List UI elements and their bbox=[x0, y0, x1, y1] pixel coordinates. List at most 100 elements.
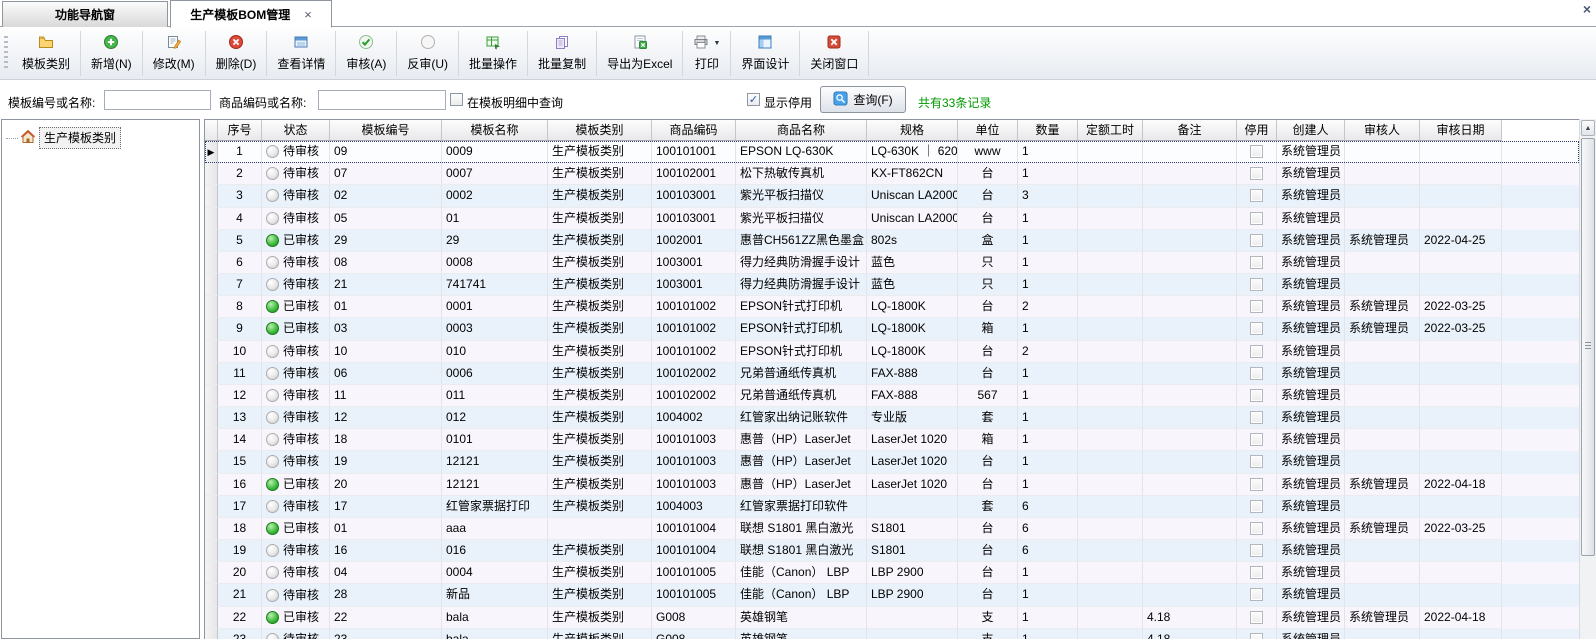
disable-checkbox[interactable] bbox=[1250, 145, 1263, 158]
scrollbar-thumb[interactable] bbox=[1581, 138, 1595, 556]
grid-header-status[interactable]: 状态 bbox=[262, 120, 330, 141]
toolbar-button-excel[interactable]: 导出为Excel bbox=[597, 28, 682, 79]
grid-header-spec[interactable]: 规格 bbox=[867, 120, 958, 141]
table-row[interactable]: 14待审核180101生产模板类别100101003惠普（HP）LaserJet… bbox=[205, 429, 1579, 451]
grid-header-seq[interactable]: 序号 bbox=[218, 120, 262, 141]
disable-checkbox[interactable] bbox=[1250, 300, 1263, 313]
table-row[interactable]: 13待审核12012生产模板类别1004002红管家出纳记账软件专业版套1系统管… bbox=[205, 407, 1579, 429]
product-filter-input[interactable] bbox=[318, 90, 446, 110]
disable-checkbox[interactable] bbox=[1250, 633, 1263, 639]
toolbar-button-approve[interactable]: 审核(A) bbox=[336, 28, 396, 79]
table-row[interactable]: ▶1待审核090009生产模板类别100101001EPSON LQ-630KL… bbox=[205, 141, 1579, 163]
tree-node-root[interactable]: 生产模板类别 bbox=[6, 127, 121, 149]
scroll-up-button[interactable]: ▲ bbox=[1581, 120, 1595, 136]
disable-checkbox[interactable] bbox=[1250, 189, 1263, 202]
table-row[interactable]: 8已审核010001生产模板类别100101002EPSON针式打印机LQ-18… bbox=[205, 296, 1579, 318]
grid-header-disabled[interactable]: 停用 bbox=[1237, 120, 1277, 141]
grid-header-audit_date[interactable]: 审核日期 bbox=[1420, 120, 1502, 141]
disable-checkbox[interactable] bbox=[1250, 212, 1263, 225]
tab-close-icon[interactable]: × bbox=[304, 7, 312, 22]
table-row[interactable]: 17待审核17红管家票据打印生产模板类别1004003红管家票据打印软件套6系统… bbox=[205, 496, 1579, 518]
toolbar-button-unapprove[interactable]: 反审(U) bbox=[397, 28, 458, 79]
grid-header-product_code[interactable]: 商品编码 bbox=[652, 120, 736, 141]
disable-checkbox[interactable] bbox=[1250, 588, 1263, 601]
table-row[interactable]: 4待审核0501生产模板类别100103001紫光平板扫描仪Uniscan LA… bbox=[205, 208, 1579, 230]
table-row[interactable]: 11待审核060006生产模板类别100102002兄弟普通纸传真机FAX-88… bbox=[205, 363, 1579, 385]
grid-header-remark[interactable]: 备注 bbox=[1143, 120, 1237, 141]
tab-bom-management[interactable]: 生产模板BOM管理 × bbox=[170, 0, 332, 28]
grid-header-code[interactable]: 模板编号 bbox=[330, 120, 442, 141]
cell-audit_date bbox=[1420, 141, 1502, 163]
cell-code: 23 bbox=[330, 629, 442, 639]
toolbar-button-ui-design[interactable]: 界面设计 bbox=[731, 28, 799, 79]
window-close-icon[interactable]: × bbox=[1583, 1, 1591, 17]
disable-checkbox[interactable] bbox=[1250, 522, 1263, 535]
cell-product_code: 100101003 bbox=[652, 429, 736, 451]
table-row[interactable]: 23待审核23bala生产模板类别G008英雄钢笔支14.18系统管理员 bbox=[205, 629, 1579, 639]
table-row[interactable]: 15待审核1912121生产模板类别100101003惠普（HP）LaserJe… bbox=[205, 451, 1579, 473]
toolbar-button-batch-copy[interactable]: 批量复制 bbox=[528, 28, 596, 79]
disable-checkbox[interactable] bbox=[1250, 411, 1263, 424]
disable-checkbox[interactable] bbox=[1250, 478, 1263, 491]
table-row[interactable]: 18已审核01aaa100101004联想 S1801 黑白激光S1801台6系… bbox=[205, 518, 1579, 540]
disable-checkbox[interactable] bbox=[1250, 345, 1263, 358]
vertical-scrollbar[interactable]: ▲ bbox=[1579, 119, 1596, 639]
toolbar-button-add[interactable]: 新增(N) bbox=[81, 28, 142, 79]
grid-header-category[interactable]: 模板类别 bbox=[548, 120, 652, 141]
query-button[interactable]: 查询(F) bbox=[820, 86, 906, 113]
grid-header-creator[interactable]: 创建人 bbox=[1277, 120, 1345, 141]
grid-header-name[interactable]: 模板名称 bbox=[442, 120, 548, 141]
table-row[interactable]: 2待审核070007生产模板类别100102001松下热敏传真机KX-FT862… bbox=[205, 163, 1579, 185]
template-filter-input[interactable] bbox=[104, 90, 211, 110]
cell-product_name: 佳能（Canon） LBP bbox=[736, 562, 867, 584]
disable-checkbox[interactable] bbox=[1250, 566, 1263, 579]
grid-header-qty[interactable]: 数量 bbox=[1018, 120, 1078, 141]
table-row[interactable]: 19待审核16016生产模板类别100101004联想 S1801 黑白激光S1… bbox=[205, 540, 1579, 562]
disable-checkbox[interactable] bbox=[1250, 322, 1263, 335]
disable-checkbox[interactable] bbox=[1250, 367, 1263, 380]
table-row[interactable]: 21待审核28新品生产模板类别100101005佳能（Canon） LBPLBP… bbox=[205, 584, 1579, 606]
toolbar-button-print[interactable]: ▼打印 bbox=[683, 28, 730, 79]
query-button-label: 查询(F) bbox=[853, 91, 892, 108]
tab-function-nav[interactable]: 功能导航窗 bbox=[2, 1, 168, 27]
table-row[interactable]: 20待审核040004生产模板类别100101005佳能（Canon） LBPL… bbox=[205, 562, 1579, 584]
row-indicator bbox=[205, 562, 218, 584]
toolbar-grip-handle[interactable] bbox=[4, 36, 8, 71]
disabled-cell bbox=[1237, 363, 1277, 385]
table-row[interactable]: 16已审核2012121生产模板类别100101003惠普（HP）LaserJe… bbox=[205, 474, 1579, 496]
cell-unit: 箱 bbox=[958, 318, 1018, 340]
show-disabled-checkbox[interactable]: ✓ bbox=[747, 93, 760, 106]
cell-category: 生产模板类别 bbox=[548, 296, 652, 318]
disable-checkbox[interactable] bbox=[1250, 500, 1263, 513]
disable-checkbox[interactable] bbox=[1250, 167, 1263, 180]
table-row[interactable]: 7待审核21741741生产模板类别1003001得力经典防滑握手设计蓝色只1系… bbox=[205, 274, 1579, 296]
toolbar-button-label: 批量操作 bbox=[469, 55, 517, 72]
toolbar-button-edit[interactable]: 修改(M) bbox=[143, 28, 205, 79]
table-row[interactable]: 5已审核2929生产模板类别1002001惠普CH561ZZ黑色墨盒802s盒1… bbox=[205, 230, 1579, 252]
dropdown-arrow-icon[interactable]: ▼ bbox=[713, 40, 720, 47]
table-row[interactable]: 9已审核030003生产模板类别100101002EPSON针式打印机LQ-18… bbox=[205, 318, 1579, 340]
table-row[interactable]: 3待审核020002生产模板类别100103001紫光平板扫描仪Uniscan … bbox=[205, 185, 1579, 207]
disable-checkbox[interactable] bbox=[1250, 433, 1263, 446]
disable-checkbox[interactable] bbox=[1250, 278, 1263, 291]
table-row[interactable]: 10待审核10010生产模板类别100101002EPSON针式打印机LQ-18… bbox=[205, 341, 1579, 363]
toolbar-button-folder[interactable]: 模板类别 bbox=[12, 28, 80, 79]
disable-checkbox[interactable] bbox=[1250, 611, 1263, 624]
disable-checkbox[interactable] bbox=[1250, 389, 1263, 402]
table-row[interactable]: 22已审核22bala生产模板类别G008英雄钢笔支14.18系统管理员系统管理… bbox=[205, 607, 1579, 629]
disable-checkbox[interactable] bbox=[1250, 234, 1263, 247]
search-in-detail-checkbox[interactable] bbox=[450, 93, 463, 106]
toolbar-button-details[interactable]: 查看详情 bbox=[267, 28, 335, 79]
disable-checkbox[interactable] bbox=[1250, 256, 1263, 269]
toolbar-button-close-window[interactable]: 关闭窗口 bbox=[800, 28, 868, 79]
grid-header-product_name[interactable]: 商品名称 bbox=[736, 120, 867, 141]
grid-header-hours[interactable]: 定额工时 bbox=[1078, 120, 1143, 141]
disable-checkbox[interactable] bbox=[1250, 544, 1263, 557]
disable-checkbox[interactable] bbox=[1250, 455, 1263, 468]
grid-header-unit[interactable]: 单位 bbox=[958, 120, 1018, 141]
table-row[interactable]: 6待审核080008生产模板类别1003001得力经典防滑握手设计蓝色只1系统管… bbox=[205, 252, 1579, 274]
toolbar-button-batch-operate[interactable]: 批量操作 bbox=[459, 28, 527, 79]
table-row[interactable]: 12待审核11011生产模板类别100102002兄弟普通纸传真机FAX-888… bbox=[205, 385, 1579, 407]
toolbar-button-delete[interactable]: 删除(D) bbox=[206, 28, 267, 79]
grid-header-auditor[interactable]: 审核人 bbox=[1345, 120, 1420, 141]
